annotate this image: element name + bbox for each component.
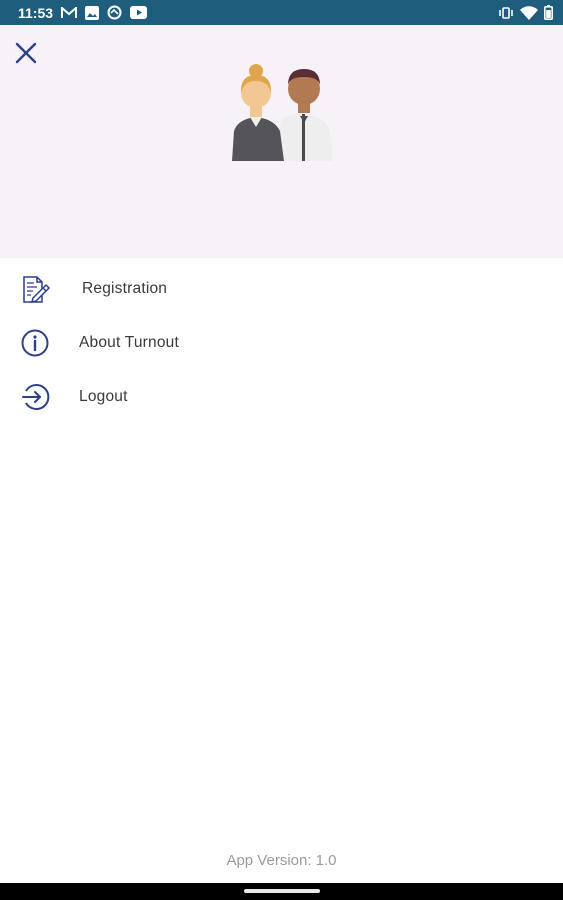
- wifi-icon: [520, 5, 538, 20]
- vibrate-icon: [498, 6, 514, 19]
- close-button[interactable]: [12, 39, 40, 67]
- youtube-icon: [130, 6, 148, 19]
- menu-item-label: Logout: [79, 388, 128, 405]
- sync-icon: [107, 5, 122, 20]
- navigation-bar: [0, 883, 563, 900]
- info-icon: [18, 326, 52, 360]
- logout-icon: [18, 380, 52, 414]
- status-left: 11:53: [18, 4, 148, 21]
- menu-item-label: Registration: [82, 280, 168, 297]
- registration-icon: [18, 272, 52, 306]
- status-right: [498, 5, 553, 20]
- home-handle[interactable]: [244, 889, 320, 893]
- close-icon: [15, 42, 37, 64]
- menu-item-logout[interactable]: Logout: [0, 370, 563, 424]
- status-time: 11:53: [18, 4, 54, 21]
- gallery-icon: [85, 5, 100, 20]
- menu-item-registration[interactable]: Registration: [0, 262, 563, 316]
- menu-item-label: About Turnout: [79, 334, 179, 351]
- gmail-icon: [61, 6, 78, 19]
- app-version: App Version: 1.0: [226, 852, 337, 869]
- battery-icon: [544, 5, 553, 20]
- drawer-header: [0, 25, 563, 258]
- drawer-menu: Registration About Turnout Logout: [0, 262, 563, 424]
- users-avatar: [228, 63, 338, 163]
- status-bar: 11:53: [0, 0, 563, 25]
- menu-item-about[interactable]: About Turnout: [0, 316, 563, 370]
